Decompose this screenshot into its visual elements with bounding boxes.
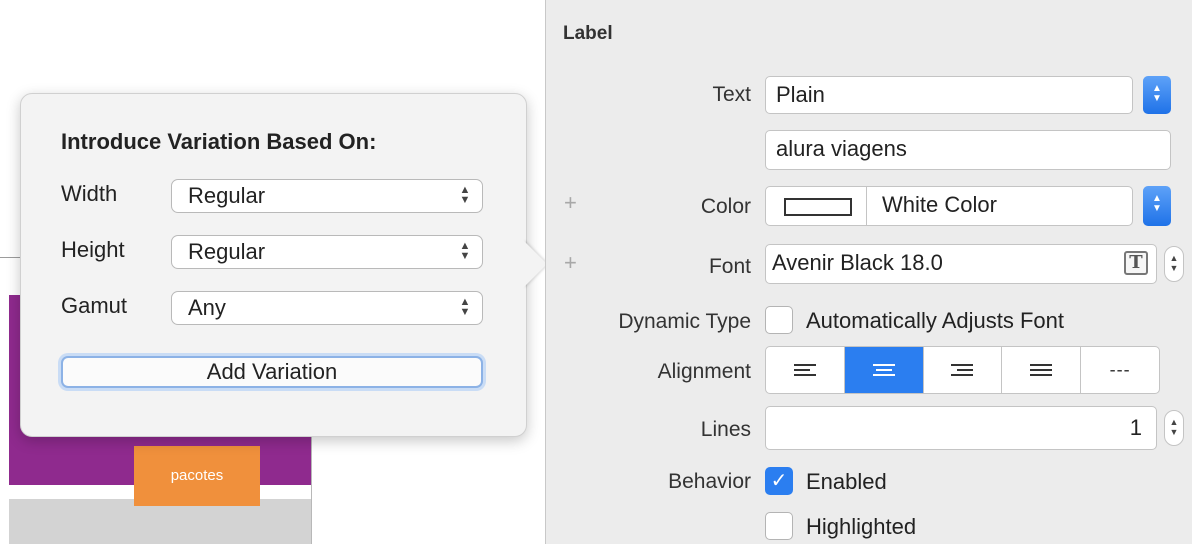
canvas-guide-line	[0, 257, 20, 258]
chevron-updown-icon: ▲ ▼	[459, 184, 471, 206]
behavior-label: Behavior	[668, 470, 751, 493]
chevron-updown-icon: ▲ ▼	[459, 240, 471, 262]
popover-arrow	[523, 240, 547, 288]
highlighted-label: Highlighted	[806, 514, 917, 539]
attributes-inspector: Label Text Plain ▲ ▼ alura viagens + Colo…	[545, 0, 1192, 544]
text-type-stepper[interactable]: ▲ ▼	[1143, 76, 1171, 114]
color-select[interactable]: White Color	[765, 186, 1133, 226]
align-natural-icon: ---	[1109, 359, 1131, 380]
dynamic-type-label: Dynamic Type	[618, 310, 751, 333]
font-label: Font	[708, 255, 751, 278]
align-left-segment[interactable]	[766, 347, 845, 393]
add-variation-button[interactable]: Add Variation	[61, 356, 483, 388]
font-size-stepper[interactable]: ▲ ▼	[1164, 246, 1184, 282]
height-label: Height	[61, 237, 125, 262]
highlighted-checkbox[interactable]	[765, 512, 793, 540]
enabled-label: Enabled	[806, 469, 887, 494]
gamut-select-value: Any	[188, 295, 226, 320]
alignment-label: Alignment	[657, 360, 751, 383]
chevron-updown-icon: ▲ ▼	[459, 296, 471, 318]
gamut-select[interactable]: Any ▲ ▼	[171, 291, 483, 325]
popover-title: Introduce Variation Based On:	[61, 129, 377, 154]
align-center-segment[interactable]	[844, 347, 924, 393]
align-center-icon	[872, 364, 895, 376]
width-label: Width	[61, 181, 118, 206]
font-picker-icon[interactable]: T	[1124, 251, 1148, 275]
color-label: Color	[700, 195, 751, 218]
width-select[interactable]: Regular ▲ ▼	[171, 179, 483, 213]
color-stepper[interactable]: ▲ ▼	[1143, 186, 1171, 226]
color-swatch	[784, 198, 852, 216]
align-right-icon	[951, 364, 974, 376]
plus-icon[interactable]: +	[564, 190, 577, 216]
align-right-segment[interactable]	[924, 347, 1003, 393]
lines-label: Lines	[700, 418, 751, 441]
text-type-select[interactable]: Plain	[765, 76, 1133, 114]
section-title-label: Label	[563, 23, 613, 44]
lines-field[interactable]: 1	[765, 406, 1157, 450]
variation-popover: Introduce Variation Based On: Width Regu…	[20, 93, 527, 437]
text-content-value: alura viagens	[776, 136, 907, 161]
color-divider	[866, 187, 867, 225]
font-value: Avenir Black 18.0	[772, 250, 943, 275]
pacotes-tab[interactable]: pacotes	[134, 446, 260, 506]
align-justified-icon	[1030, 364, 1053, 376]
width-select-value: Regular	[188, 183, 266, 208]
text-type-value: Plain	[776, 82, 825, 107]
text-content-field[interactable]: alura viagens	[765, 130, 1171, 170]
height-select-value: Regular	[188, 239, 266, 264]
align-justified-segment[interactable]	[1002, 347, 1082, 393]
alignment-segmented-control[interactable]: ---	[765, 346, 1160, 394]
align-left-icon	[793, 364, 816, 376]
lines-stepper[interactable]: ▲ ▼	[1164, 410, 1184, 446]
align-natural-segment[interactable]: ---	[1081, 347, 1159, 393]
gamut-label: Gamut	[61, 293, 128, 318]
font-field[interactable]: Avenir Black 18.0 T	[765, 244, 1157, 284]
enabled-checkbox[interactable]: ✓	[765, 467, 793, 495]
height-select[interactable]: Regular ▲ ▼	[171, 235, 483, 269]
color-value: White Color	[882, 192, 997, 217]
lines-value: 1	[1129, 415, 1142, 440]
auto-adjust-font-label: Automatically Adjusts Font	[806, 308, 1065, 333]
text-label: Text	[712, 83, 751, 106]
auto-adjust-font-checkbox[interactable]	[765, 306, 793, 334]
plus-icon[interactable]: +	[564, 250, 577, 276]
